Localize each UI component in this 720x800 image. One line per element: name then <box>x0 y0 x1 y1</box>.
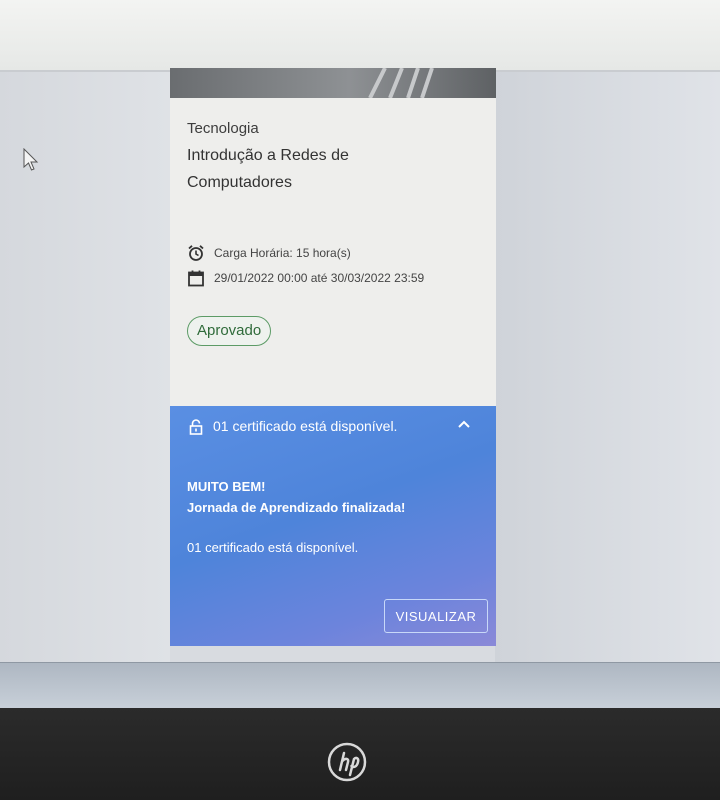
certificate-panel-header[interactable]: 01 certificado está disponível. <box>170 406 496 446</box>
mouse-cursor-icon <box>23 148 39 171</box>
congrats-subtitle: Jornada de Aprendizado finalizada! <box>187 500 406 515</box>
calendar-icon <box>188 270 204 287</box>
certificate-panel: 01 certificado está disponível. MUITO BE… <box>170 406 496 646</box>
congrats-message: MUITO BEM! Jornada de Aprendizado finali… <box>187 476 405 518</box>
view-certificate-button[interactable]: VISUALIZAR <box>384 599 488 633</box>
certificate-panel-header-text: 01 certificado está disponível. <box>213 418 398 434</box>
status-badge: Aprovado <box>187 316 272 346</box>
taskbar <box>0 662 720 708</box>
hp-logo-icon <box>327 742 367 782</box>
course-category: Tecnologia <box>187 120 259 137</box>
laptop-bezel <box>0 708 720 800</box>
chevron-up-icon[interactable] <box>457 419 471 429</box>
course-card[interactable]: Tecnologia Introdução a Redes de Computa… <box>170 68 496 646</box>
page-background-right <box>495 72 720 662</box>
period-row: 29/01/2022 00:00 até 30/03/2022 23:59 <box>187 269 424 287</box>
screen: Tecnologia Introdução a Redes de Computa… <box>0 0 720 708</box>
course-title[interactable]: Introdução a Redes de Computadores <box>187 142 407 196</box>
certificate-available-text: 01 certificado está disponível. <box>187 540 359 555</box>
alarm-clock-icon <box>188 245 204 261</box>
browser-top-bar <box>0 0 720 72</box>
course-banner-image <box>170 68 496 98</box>
lock-icon <box>189 419 203 435</box>
workload-text: Carga Horária: 15 hora(s) <box>214 246 351 260</box>
period-text: 29/01/2022 00:00 até 30/03/2022 23:59 <box>214 271 425 285</box>
workload-row: Carga Horária: 15 hora(s) <box>187 244 351 262</box>
congrats-title: MUITO BEM! <box>187 479 266 494</box>
